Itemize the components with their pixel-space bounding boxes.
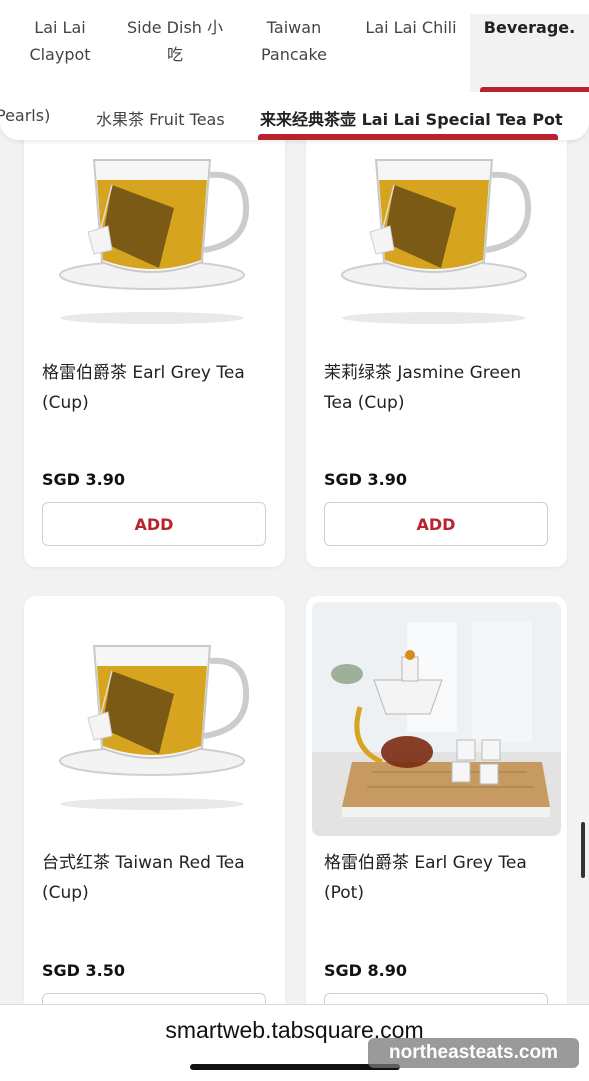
category-tab-bar: Lai Lai Claypot Side Dish 小吃 Taiwan Panc… <box>0 0 589 92</box>
product-card[interactable]: 格雷伯爵茶 Earl Grey Tea (Pot) SGD 8.90 ADD <box>306 596 567 1036</box>
product-price: SGD 3.90 <box>42 470 125 489</box>
product-price: SGD 3.50 <box>42 961 125 980</box>
product-name: 茉莉绿茶 Jasmine Green Tea (Cup) <box>324 363 522 413</box>
tab-lai-lai-chili[interactable]: Lai Lai Chili <box>358 14 464 92</box>
product-card[interactable]: 台式红茶 Taiwan Red Tea (Cup) SGD 3.50 ADD <box>24 596 285 1036</box>
watermark: northeasteats.com <box>368 1038 579 1068</box>
product-card[interactable]: 茉莉绿茶 Jasmine Green Tea (Cup) SGD 3.90 AD… <box>306 120 567 567</box>
product-card[interactable]: 格雷伯爵茶 Earl Grey Tea (Cup) SGD 3.90 ADD <box>24 120 285 567</box>
tea-cup-image <box>59 645 250 810</box>
product-name: 格雷伯爵茶 Earl Grey Tea (Cup) <box>42 363 245 413</box>
sub-category-tab-bar: Pearls) 水果茶 Fruit Teas 来来经典茶壶 Lai Lai Sp… <box>0 92 589 140</box>
product-price: SGD 8.90 <box>324 961 407 980</box>
sub-tab-pearls[interactable]: Pearls) <box>0 106 50 125</box>
product-price: SGD 3.90 <box>324 470 407 489</box>
scrollbar[interactable] <box>581 822 585 878</box>
active-sub-tab-indicator <box>258 134 558 140</box>
tab-taiwan-pancake[interactable]: Taiwan Pancake <box>252 14 336 92</box>
product-name: 台式红茶 Taiwan Red Tea (Cup) <box>42 853 245 903</box>
tab-side-dish[interactable]: Side Dish 小吃 <box>122 14 228 92</box>
tab-beverage-label: Beverage. <box>483 18 576 37</box>
product-name: 格雷伯爵茶 Earl Grey Tea (Pot) <box>324 853 527 903</box>
sub-tab-fruit-teas[interactable]: 水果茶 Fruit Teas <box>96 106 225 130</box>
tab-beverage[interactable]: Beverage. <box>470 14 589 92</box>
sub-tab-special-tea-pot[interactable]: 来来经典茶壶 Lai Lai Special Tea Pot <box>260 106 563 130</box>
add-button[interactable]: ADD <box>324 502 548 546</box>
tab-lai-lai-claypot[interactable]: Lai Lai Claypot <box>22 14 98 92</box>
add-button[interactable]: ADD <box>42 502 266 546</box>
tea-pot-set-image <box>312 602 561 836</box>
tea-cup-image <box>59 159 250 324</box>
tea-cup-image <box>341 159 532 324</box>
